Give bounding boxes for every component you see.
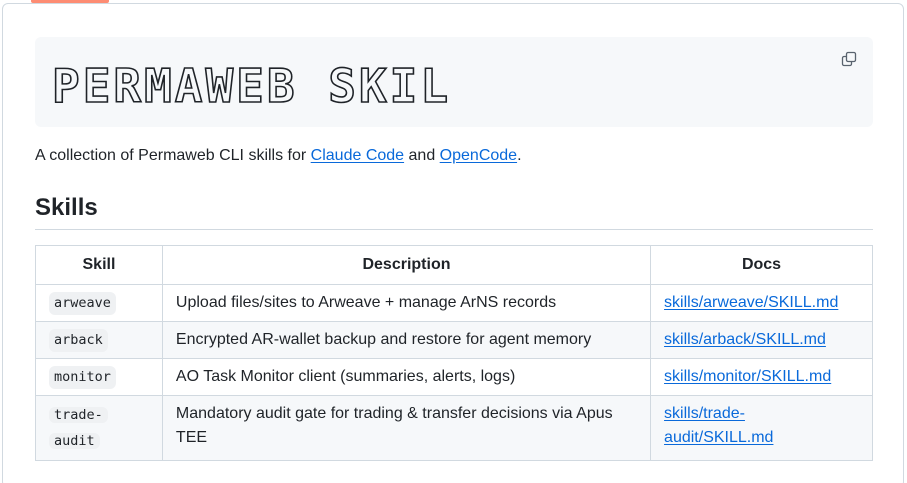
skill-name-line-2: audit [54,433,95,449]
copy-icon [841,51,857,67]
table-header-row: Skill Description Docs [35,245,873,285]
docs-cell: skills/monitor/SKILL.md [650,358,873,396]
claude-code-link[interactable]: Claude Code [311,147,404,164]
docs-cell: skills/arweave/SKILL.md [650,284,873,322]
copy-button[interactable] [839,49,859,69]
ascii-art-text: PERMAWEB SKILLS [52,59,452,112]
docs-link[interactable]: skills/arback/SKILL.md [664,331,826,348]
ascii-banner-code-block: PERMAWEB SKILLS [35,37,873,127]
skill-name-code: arweave [49,292,116,315]
table-row: arweave Upload files/sites to Arweave + … [35,284,873,322]
skill-cell: monitor [35,358,163,396]
skills-heading: Skills [35,193,873,230]
intro-prefix: A collection of Permaweb CLI skills for [35,147,311,164]
ascii-art-title: PERMAWEB SKILLS [52,58,452,112]
header-docs: Docs [650,245,873,285]
description-cell: AO Task Monitor client (summaries, alert… [161,358,652,396]
docs-link[interactable]: skills/trade-audit/SKILL.md [664,405,773,446]
docs-link[interactable]: skills/arweave/SKILL.md [664,294,838,311]
skill-name-code: trade-audit [49,407,108,449]
table-row: trade-audit Mandatory audit gate for tra… [35,395,873,461]
skill-cell: arweave [35,284,163,322]
docs-cell: skills/trade-audit/SKILL.md [650,395,873,461]
docs-link-line-1: skills/trade- [664,405,745,422]
table-row: monitor AO Task Monitor client (summarie… [35,358,873,396]
skills-table: Skill Description Docs arweave Upload fi… [35,245,873,461]
header-description: Description [161,245,652,285]
skill-name-line-1: trade- [54,407,103,423]
description-cell: Upload files/sites to Arweave + manage A… [161,284,652,322]
skill-cell: trade-audit [35,395,163,461]
opencode-link[interactable]: OpenCode [440,147,517,164]
intro-middle: and [404,147,440,164]
docs-link-line-2: audit/SKILL.md [664,429,774,446]
skill-name-code: arback [49,329,108,352]
intro-suffix: . [517,147,522,164]
intro-paragraph: A collection of Permaweb CLI skills for … [35,146,522,166]
description-cell: Encrypted AR-wallet backup and restore f… [161,321,652,359]
skill-cell: arback [35,321,163,359]
description-cell: Mandatory audit gate for trading & trans… [161,395,652,461]
docs-cell: skills/arback/SKILL.md [650,321,873,359]
table-row: arback Encrypted AR-wallet backup and re… [35,321,873,359]
skill-name-code: monitor [49,366,116,389]
header-skill: Skill [35,245,163,285]
docs-link[interactable]: skills/monitor/SKILL.md [664,368,831,385]
